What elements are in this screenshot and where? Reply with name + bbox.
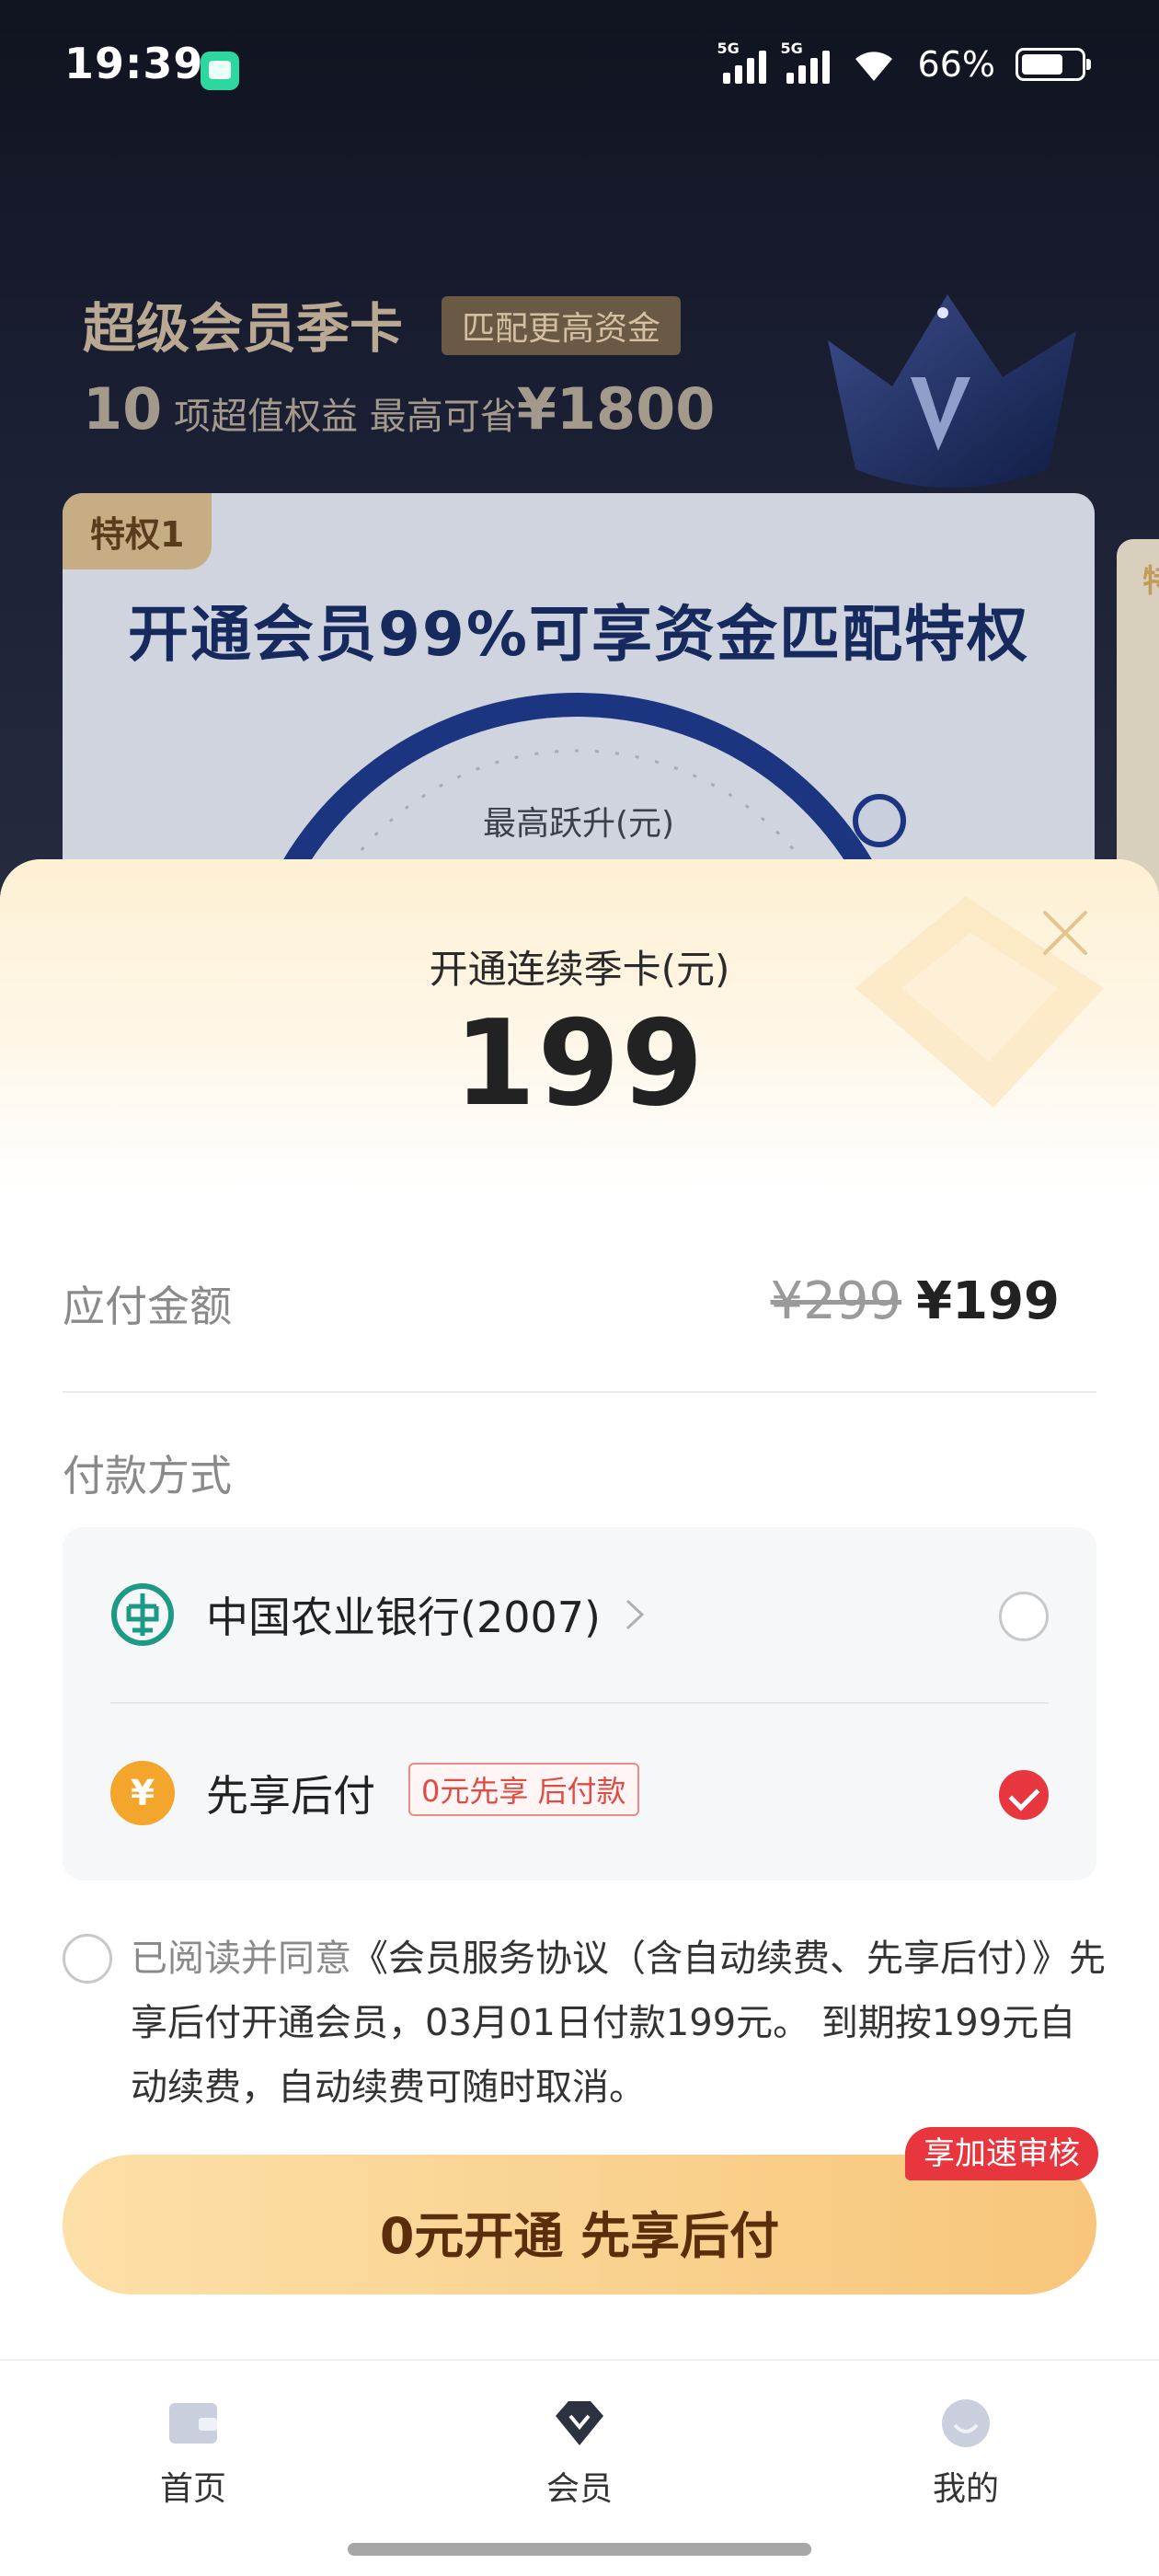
bottom-nav: 首页 会员 我的 <box>0 2359 1159 2576</box>
hero-title: 超级会员季卡 <box>83 297 404 360</box>
open-membership-label: 0元开通 先享后付 <box>379 2207 780 2265</box>
pay-later-tag: 0元先享 后付款 <box>408 1763 639 1816</box>
battery-percent: 66% <box>917 44 995 85</box>
current-price: ¥199 <box>916 1271 1060 1331</box>
divider <box>110 1702 1049 1704</box>
original-price: ¥299 <box>770 1271 902 1331</box>
agreement-prefix: 已阅读并同意 <box>131 1938 351 1980</box>
amount-label: 应付金额 <box>63 1282 232 1331</box>
hero-background: 19:39 5G 5G 66% 超级会员季卡 匹配更高资金 10 项超值权益 最… <box>0 0 1159 962</box>
nav-label: 会员 <box>545 2470 613 2508</box>
yuan-icon: ¥ <box>110 1761 175 1825</box>
nav-item-home[interactable]: 首页 <box>101 2398 285 2508</box>
diamond-icon <box>556 2401 603 2445</box>
chevron-right-icon[interactable] <box>616 1592 653 1638</box>
payment-option-bank[interactable]: 中国农业银行(2007) <box>63 1527 1096 1702</box>
gauge-label: 最高跃升(元) <box>482 805 675 843</box>
bank-icon <box>111 1583 174 1646</box>
benefit-text: 项超值权益 最高可省 <box>162 396 517 438</box>
amount-row: 应付金额 ¥299 ¥199 <box>63 1264 1096 1334</box>
hero-subtitle: 10 项超值权益 最高可省¥1800 <box>83 375 715 443</box>
payment-option-pay-later[interactable]: ¥ 先享后付 0元先享 后付款 <box>63 1706 1096 1880</box>
nav-label: 首页 <box>159 2470 226 2508</box>
payment-option-radio-checked[interactable] <box>999 1770 1049 1820</box>
agreement-checkbox[interactable] <box>63 1934 112 1984</box>
hero-tag: 匹配更高资金 <box>442 296 682 355</box>
status-indicators: 5G 5G 66% <box>717 40 1091 85</box>
nav-item-member[interactable]: 会员 <box>488 2398 671 2508</box>
profile-icon <box>942 2399 990 2447</box>
sheet-header: 开通连续季卡(元) 199 <box>0 859 1159 1190</box>
network-type-label: 5G <box>717 40 740 57</box>
battery-icon <box>1016 48 1091 81</box>
home-indicator[interactable] <box>348 2543 811 2556</box>
network-type-label: 5G <box>780 40 803 57</box>
payment-method-label: 付款方式 <box>63 1451 232 1501</box>
payment-option-name: 先享后付 <box>206 1771 375 1821</box>
payment-option-radio[interactable] <box>999 1592 1049 1641</box>
nav-item-profile[interactable]: 我的 <box>874 2398 1058 2508</box>
payment-sheet: 开通连续季卡(元) 199 应付金额 ¥299 ¥199 付款方式 中国农业银行(… <box>0 859 1159 2359</box>
payment-method-list: 中国农业银行(2007) ¥ 先享后付 0元先享 后付款 <box>63 1527 1096 1880</box>
amount-values: ¥299 ¥199 <box>771 1271 1060 1331</box>
crown-icon <box>828 294 1076 488</box>
next-privilege-badge: 特 <box>1142 563 1159 600</box>
nav-label: 我的 <box>932 2470 999 2508</box>
agreement-link[interactable]: 《会员服务协议（含自动续费、先享后付）》 <box>351 1938 1069 1980</box>
wallet-icon <box>169 2403 217 2444</box>
benefit-count: 10 <box>83 375 163 443</box>
wifi-icon <box>850 46 898 83</box>
status-time: 19:39 <box>64 39 204 88</box>
signal-icon: 5G <box>717 40 766 84</box>
status-bar: 19:39 5G 5G 66% <box>0 0 1159 138</box>
notification-app-icon <box>201 52 239 90</box>
agreement-section: 已阅读并同意《会员服务协议（含自动续费、先享后付）》先享后付开通会员，03月01… <box>63 1926 1106 2129</box>
plan-subtitle: 开通连续季卡(元) <box>429 947 730 992</box>
privilege-badge: 特权1 <box>63 493 212 569</box>
agreement-text: 已阅读并同意《会员服务协议（含自动续费、先享后付）》先享后付开通会员，03月01… <box>131 1926 1106 2120</box>
fast-review-badge: 享加速审核 <box>905 2127 1098 2180</box>
divider <box>63 1391 1096 1393</box>
signal-icon: 5G <box>781 40 830 84</box>
max-saving: ¥1800 <box>516 375 716 443</box>
plan-price: 199 <box>453 995 706 1133</box>
payment-option-name: 中国农业银行(2007) <box>206 1593 601 1642</box>
privilege-title: 开通会员99%可享资金匹配特权 <box>128 599 1029 670</box>
